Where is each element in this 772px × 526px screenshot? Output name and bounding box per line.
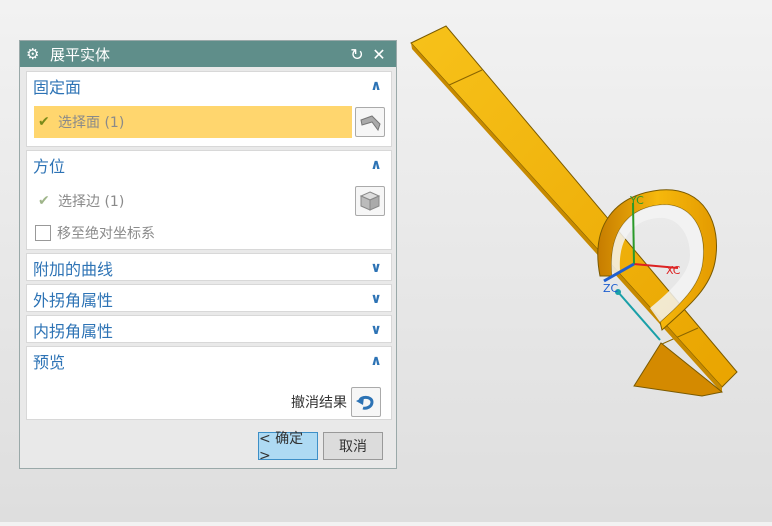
section-label: 预览 xyxy=(33,353,66,372)
select-face-row[interactable]: ✔ 选择面 (1) xyxy=(34,106,352,138)
undo-button[interactable] xyxy=(351,387,381,417)
flatten-solid-dialog: ⚙ 展平实体 ↻ ✕ 固定面 ∧ ✔ 选择面 (1) 方位 ∧ ✔ 选择边 (1… xyxy=(19,40,397,469)
face-select-button[interactable] xyxy=(355,107,385,137)
edge-select-button[interactable] xyxy=(355,186,385,216)
chevron-down-icon[interactable]: ∨ xyxy=(367,260,385,276)
ok-button[interactable]: < 确定 > xyxy=(258,431,318,464)
section-label: 方位 xyxy=(33,157,66,176)
section-orientation: 方位 ∧ ✔ 选择边 (1) 移至绝对坐标系 xyxy=(26,150,392,250)
close-icon[interactable]: ✕ xyxy=(368,45,390,64)
section-additional-curves: 附加的曲线 ∨ xyxy=(26,253,392,281)
cube-icon xyxy=(359,191,381,211)
move-to-absolute-checkbox[interactable] xyxy=(35,225,51,241)
section-header-preview[interactable]: 预览 ∧ xyxy=(27,347,391,375)
section-outer-corner: 外拐角属性 ∨ xyxy=(26,284,392,312)
select-edge-label: 选择边 (1) xyxy=(58,194,125,210)
section-label: 附加的曲线 xyxy=(33,260,114,279)
yc-label: YC xyxy=(629,194,644,207)
section-label: 外拐角属性 xyxy=(33,291,114,310)
undo-icon xyxy=(356,395,374,410)
move-to-absolute-row[interactable]: 移至绝对坐标系 xyxy=(35,223,155,243)
chevron-down-icon[interactable]: ∨ xyxy=(367,291,385,307)
gear-icon: ⚙ xyxy=(26,45,40,63)
section-fixed-face: 固定面 ∧ ✔ 选择面 (1) xyxy=(26,71,392,147)
check-icon: ✔ xyxy=(38,193,50,209)
zc-label: ZC xyxy=(603,282,619,295)
section-label: 固定面 xyxy=(33,78,82,97)
cancel-button[interactable]: 取消 xyxy=(323,432,383,460)
reset-icon[interactable]: ↻ xyxy=(346,45,368,64)
y-axis xyxy=(632,202,635,265)
dialog-title: 展平实体 xyxy=(50,45,111,64)
chevron-up-icon[interactable]: ∧ xyxy=(367,157,385,173)
section-header-inner-corner[interactable]: 内拐角属性 ∨ xyxy=(27,316,391,344)
undo-result-row: 撤消结果 xyxy=(291,387,381,417)
face-icon xyxy=(360,115,381,132)
section-header-orientation[interactable]: 方位 ∧ xyxy=(27,151,391,179)
section-header-fixed-face[interactable]: 固定面 ∧ xyxy=(27,72,391,100)
chevron-up-icon[interactable]: ∧ xyxy=(367,353,385,369)
dialog-titlebar[interactable]: ⚙ 展平实体 ↻ ✕ xyxy=(20,41,396,67)
select-face-label: 选择面 (1) xyxy=(58,115,125,131)
section-label: 内拐角属性 xyxy=(33,322,114,341)
section-header-additional-curves[interactable]: 附加的曲线 ∨ xyxy=(27,254,391,282)
check-icon: ✔ xyxy=(38,114,50,130)
xc-label: XC xyxy=(666,264,681,277)
chevron-down-icon[interactable]: ∨ xyxy=(367,322,385,338)
section-preview: 预览 ∧ 撤消结果 xyxy=(26,346,392,420)
section-header-outer-corner[interactable]: 外拐角属性 ∨ xyxy=(27,285,391,313)
select-edge-row[interactable]: ✔ 选择边 (1) xyxy=(34,185,352,217)
chevron-up-icon[interactable]: ∧ xyxy=(367,78,385,94)
undo-result-label: 撤消结果 xyxy=(291,395,347,411)
section-inner-corner: 内拐角属性 ∨ xyxy=(26,315,392,343)
move-to-absolute-label: 移至绝对坐标系 xyxy=(57,226,155,242)
